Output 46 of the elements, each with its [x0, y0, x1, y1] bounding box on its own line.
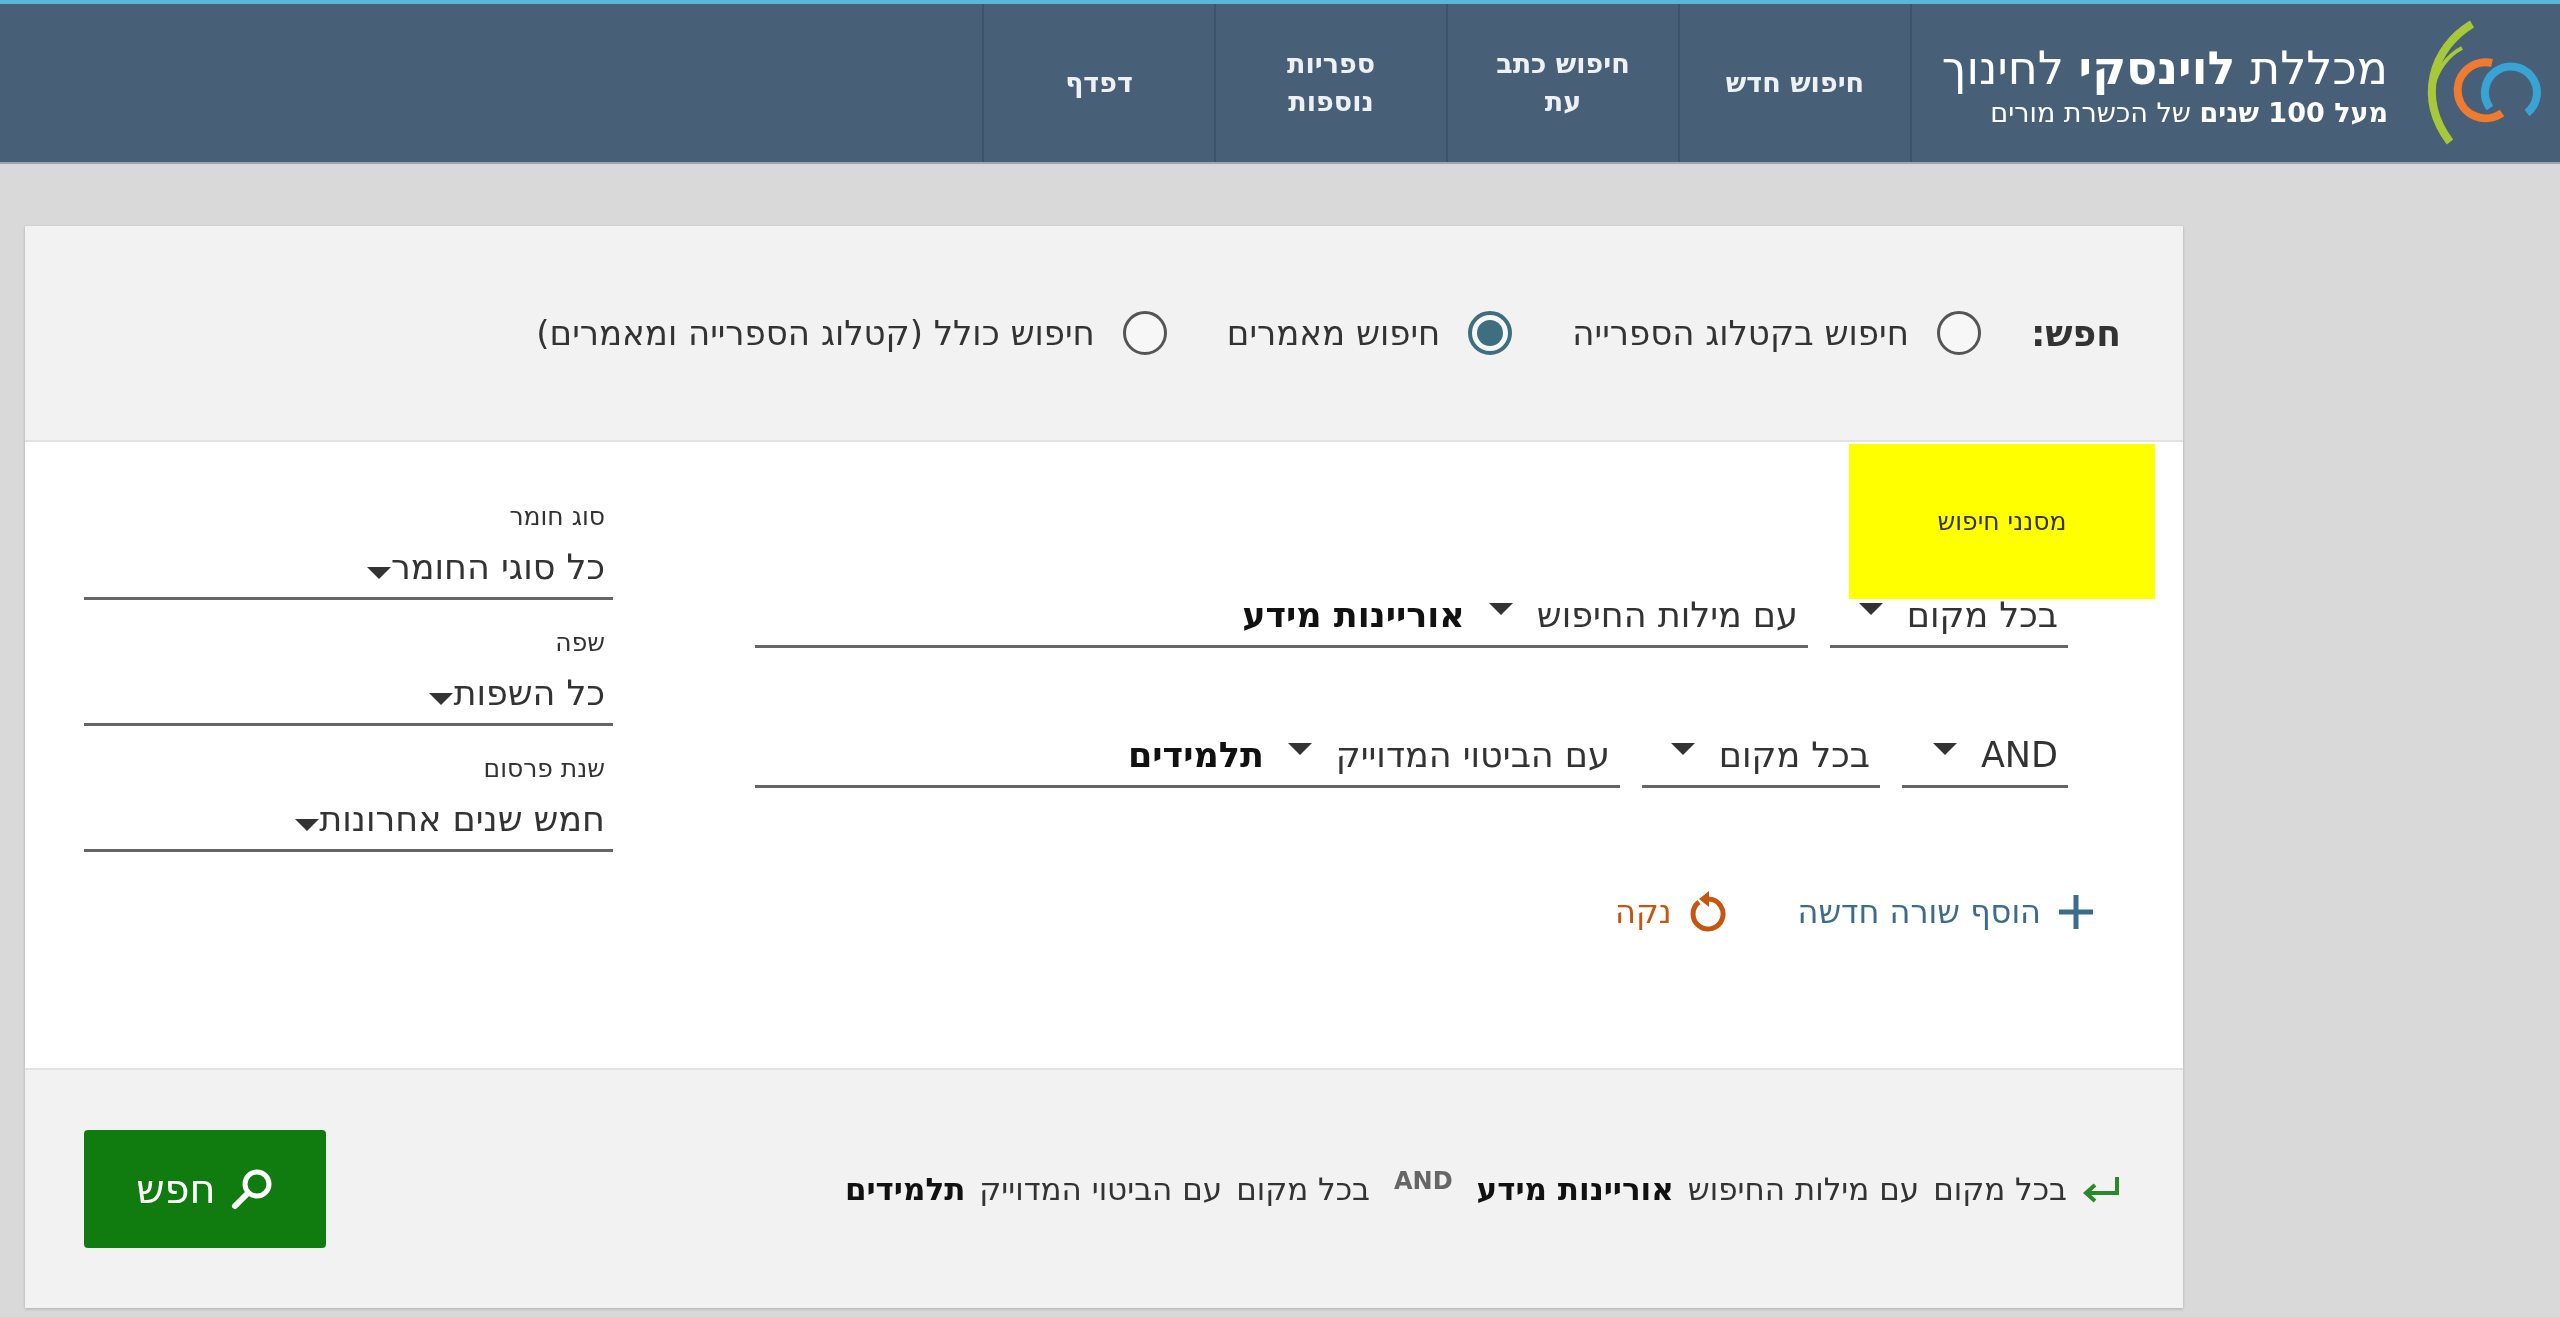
operator-dropdown[interactable]: עם הביטוי המדוייק [1335, 733, 1610, 777]
radio-label[interactable]: חיפוש בקטלוג הספרייה [1572, 313, 1909, 353]
logo-tagline: מעל 100 שנים של הכשרת מורים [1989, 96, 2388, 128]
caret-icon [295, 818, 320, 831]
boolean-operator-text: AND [1394, 1167, 1453, 1195]
radio-button[interactable] [1468, 311, 1513, 355]
caret-icon [429, 692, 454, 705]
radio-button[interactable] [1122, 311, 1167, 355]
nav-link[interactable]: חיפוש חדש [1710, 64, 1880, 102]
caret-icon [1932, 742, 1957, 755]
boolean-dropdown[interactable]: AND [1902, 710, 2068, 788]
query-term-text: עם הביטוי המדוייק [979, 1171, 1223, 1207]
search-button[interactable]: חפש [84, 1130, 326, 1248]
radio-button[interactable] [1936, 311, 1981, 355]
operator-dropdown[interactable]: עם מילות החיפוש [1536, 593, 1798, 637]
filter-label: סוג חומר [509, 502, 605, 532]
search-type-label: חפש: [2030, 312, 2121, 354]
query-value-text: תלמידים [844, 1171, 966, 1207]
filter-dropdown[interactable]: כל השפות [84, 658, 613, 726]
nav-link[interactable]: ספריות נוספות [1246, 45, 1416, 121]
query-term-text: בכל מקום [1236, 1171, 1370, 1207]
caret-icon [1488, 602, 1513, 615]
return-arrow-icon [2081, 1175, 2121, 1203]
clear-link[interactable]: נקה [1615, 890, 1728, 934]
caret-icon [1287, 742, 1312, 755]
plus-icon [2057, 893, 2095, 931]
search-term-field[interactable]: תלמידים [1127, 733, 1264, 777]
radio-label[interactable]: חיפוש כולל (קטלוג הספרייה ומאמרים) [536, 313, 1095, 353]
filter-dropdown[interactable]: חמש שנים אחרונות [84, 784, 613, 852]
filter-label: שנת פרסום [483, 754, 605, 784]
caret-icon [367, 566, 392, 579]
search-icon [229, 1167, 274, 1211]
scope-dropdown[interactable]: בכל מקום [1642, 710, 1880, 788]
radio-label[interactable]: חיפוש מאמרים [1226, 313, 1441, 353]
logo-title: מכללת לוינסקי לחינוך [1941, 39, 2388, 97]
caret-icon [1670, 742, 1695, 755]
filter-dropdown[interactable]: כל סוגי החומר [84, 532, 613, 600]
query-term-text: בכל מקום [1933, 1171, 2067, 1207]
filters-tooltip: מסנני חיפוש [1849, 444, 2155, 599]
nav-link[interactable]: חיפוש כתב עת [1478, 45, 1648, 121]
query-value-text: אוריינות מידע [1476, 1171, 1674, 1207]
nav-link[interactable]: דפדף [1014, 64, 1184, 102]
add-row-link[interactable]: הוסף שורה חדשה [1797, 893, 2095, 931]
query-term-text: עם מילות החיפוש [1687, 1171, 1920, 1207]
search-term-field[interactable]: אוריינות מידע [1242, 593, 1465, 637]
filter-label: שפה [555, 628, 605, 658]
